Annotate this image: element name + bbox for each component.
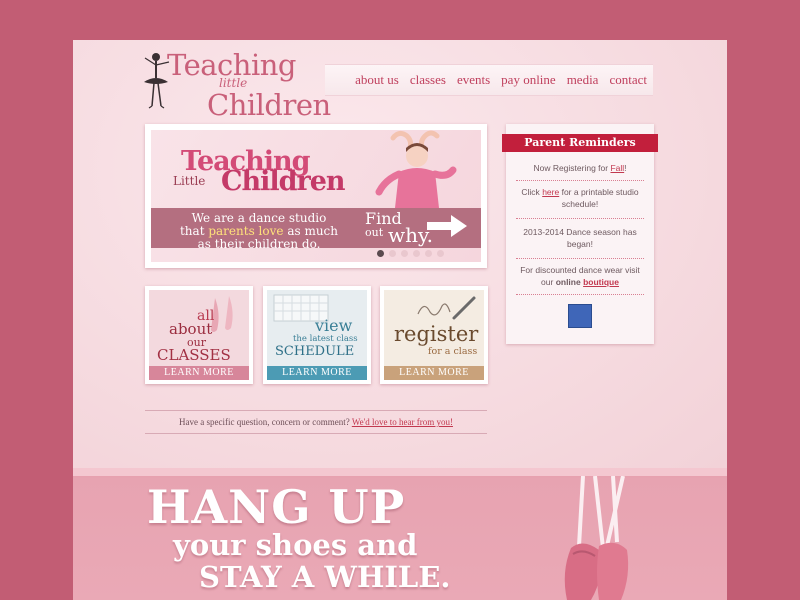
card-schedule-text-view: view [315,316,353,335]
nav-item-contact[interactable]: contact [609,72,647,88]
hero-caption-end: as their children do. [197,237,321,251]
nav-item-events[interactable]: events [457,72,490,88]
banner-text-stay: STAY A WHILE. [199,560,451,594]
site-page: Teaching little Children about us classe… [73,40,727,600]
ballerina-girl-image [375,130,457,208]
hero-out-text[interactable]: out [365,226,383,239]
hero-title-little: Little [173,174,206,188]
card-register-text-for-class: for a class [428,346,478,357]
hero-caption-after: as much [287,224,338,238]
card-schedule-text-latest: the latest class [293,334,358,344]
card-schedule-learn-more-button[interactable]: LEARN MORE [267,366,367,380]
slider-dot-3[interactable] [401,250,408,257]
card-register-inner: register for a class LEARN MORE [384,290,484,380]
reminder-divider [516,258,644,259]
card-all-about-classes[interactable]: all about our CLASSES LEARN MORE [145,286,253,384]
card-classes-inner: all about our CLASSES LEARN MORE [149,290,249,380]
reminder-boutique-link[interactable]: boutique [583,277,619,287]
signature-pen-icon [417,296,476,320]
arrow-right-icon[interactable] [425,212,469,240]
hero-caption-line1: We are a dance studio [191,211,327,225]
nav-item-classes[interactable]: classes [410,72,446,88]
card-register-text-register: register [394,322,479,346]
banner-text-your-shoes: your shoes and [173,528,418,562]
reminder-divider [516,294,644,295]
hero-caption-that: that [179,224,205,238]
facebook-logo-icon[interactable] [568,304,592,328]
slider-dot-1[interactable] [377,250,384,257]
reminder-registering-text: Now Registering for [533,163,609,173]
reminder-fall-link[interactable]: Fall [610,163,624,173]
card-view-schedule[interactable]: view the latest class SCHEDULE LEARN MOR… [263,286,371,384]
banner-text-hang-up: HANG UP [147,480,406,534]
card-classes-text-classes: CLASSES [157,346,231,364]
hero-caption-highlight: parents love [208,224,284,238]
nav-item-pay-online[interactable]: pay online [501,72,556,88]
parent-reminders-title: Parent Reminders [502,134,658,152]
banner-top-strip [73,468,727,476]
slider-dot-6[interactable] [437,250,444,257]
card-schedule-inner: view the latest class SCHEDULE LEARN MOR… [267,290,367,380]
contact-link[interactable]: We'd love to hear from you! [352,417,453,427]
hero-title-children: Children [221,166,346,197]
reminder-here-link[interactable]: here [542,187,559,197]
reminder-divider [516,180,644,181]
slider-dot-4[interactable] [413,250,420,257]
site-logo[interactable]: Teaching little Children [141,46,331,122]
slider-dot-2[interactable] [389,250,396,257]
reminder-schedule-text: Click [521,187,540,197]
nav-item-about-us[interactable]: about us [355,72,399,88]
hero-caption: We are a dance studio that parents love … [159,212,359,251]
main-nav: about us classes events pay online media… [325,64,653,96]
reminder-boutique: For discounted dance wear visit our onli… [516,264,644,288]
card-classes-learn-more-button[interactable]: LEARN MORE [149,366,249,380]
card-schedule-text-schedule: SCHEDULE [275,344,355,359]
hero-slider: Teaching Little Children We are a dance … [145,124,487,268]
hanging-ballet-shoes-image [564,476,629,600]
nav-item-media[interactable]: media [567,72,599,88]
card-register-learn-more-button[interactable]: LEARN MORE [384,366,484,380]
reminder-registering: Now Registering for Fall! [516,162,644,174]
parent-reminders-panel: Parent Reminders Now Registering for Fal… [502,124,658,344]
hang-up-banner: HANG UP your shoes and STAY A WHILE. [73,468,727,600]
reminder-season: 2013-2014 Dance season has began! [523,227,637,249]
logo-text-children: Children [207,88,331,122]
hero-slide[interactable]: Teaching Little Children We are a dance … [151,130,481,262]
reminder-boutique-online: online [555,277,581,287]
contact-prompt: Have a specific question, concern or com… [145,410,487,434]
reminder-registering-end: ! [624,163,627,173]
contact-prompt-text: Have a specific question, concern or com… [179,417,350,427]
reminder-schedule-end: for a printable studio schedule! [561,187,639,209]
slider-dots [377,250,449,257]
card-register[interactable]: register for a class LEARN MORE [380,286,488,384]
reminder-schedule: Click here for a printable studio schedu… [516,186,644,210]
slider-dot-5[interactable] [425,250,432,257]
reminder-divider [516,218,644,219]
